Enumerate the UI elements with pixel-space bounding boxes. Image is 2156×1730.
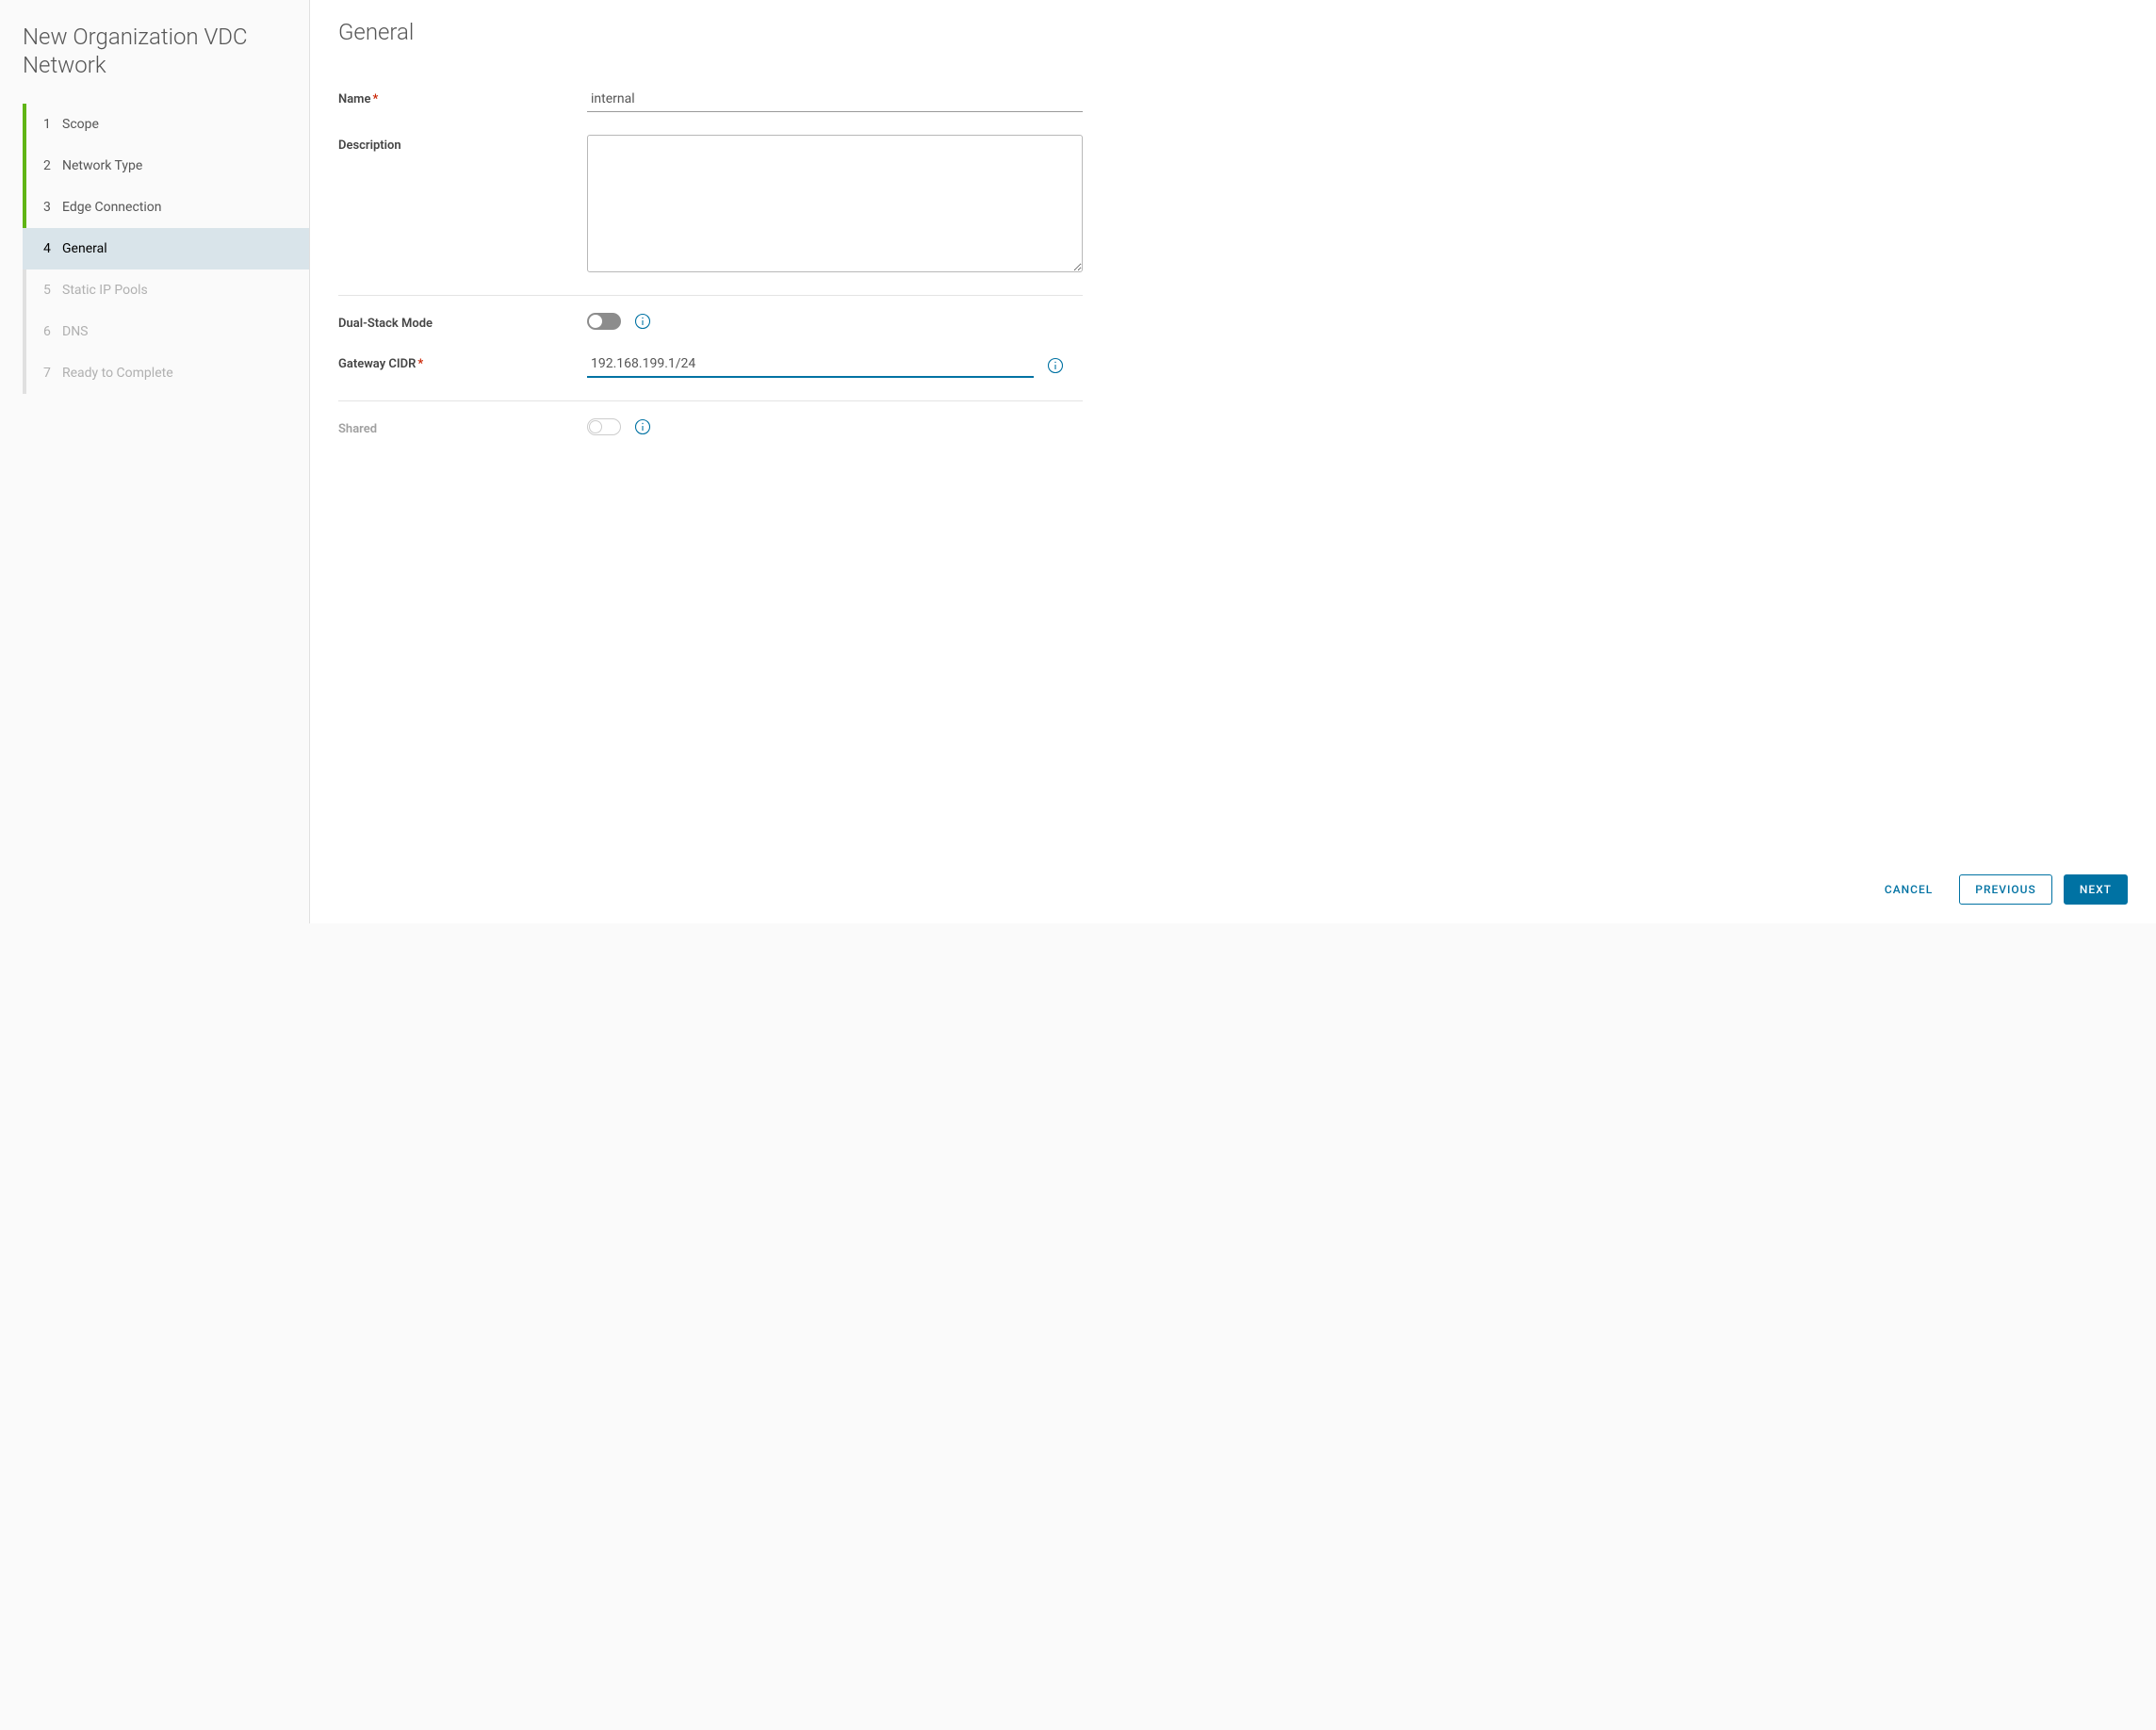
- row-dual-stack: Dual-Stack Mode: [338, 313, 1083, 331]
- step-number: 7: [43, 366, 62, 381]
- info-icon[interactable]: [1047, 357, 1064, 374]
- name-input[interactable]: [587, 89, 1083, 112]
- step-number: 2: [43, 158, 62, 173]
- shared-label: Shared: [338, 418, 587, 436]
- step-label: Static IP Pools: [62, 283, 148, 298]
- gateway-cidr-input[interactable]: [587, 353, 1034, 378]
- description-textarea[interactable]: [587, 135, 1083, 272]
- info-icon[interactable]: [634, 418, 651, 435]
- step-scope[interactable]: 1 Scope: [23, 104, 309, 145]
- step-number: 6: [43, 324, 62, 339]
- dual-stack-toggle[interactable]: [587, 313, 621, 330]
- general-form: Name* Description Dual-Stack Mode: [338, 89, 1083, 436]
- previous-button[interactable]: Previous: [1959, 874, 2052, 905]
- shared-toggle: [587, 418, 621, 435]
- required-marker: *: [417, 357, 423, 371]
- row-shared: Shared: [338, 418, 1083, 436]
- step-number: 3: [43, 200, 62, 215]
- step-static-ip-pools: 5 Static IP Pools: [23, 269, 309, 311]
- description-label: Description: [338, 135, 587, 153]
- step-edge-connection[interactable]: 3 Edge Connection: [23, 187, 309, 228]
- wizard-footer: Cancel Previous Next: [1870, 874, 2128, 905]
- wizard-sidebar: New Organization VDC Network 1 Scope 2 N…: [0, 0, 310, 923]
- step-label: Scope: [62, 117, 99, 132]
- step-label: Network Type: [62, 158, 142, 173]
- page-title: General: [338, 19, 2128, 45]
- dual-stack-label: Dual-Stack Mode: [338, 313, 587, 331]
- row-description: Description: [338, 135, 1083, 272]
- next-button[interactable]: Next: [2064, 874, 2128, 905]
- wizard-main: General Name* Description Dual-Stack Mod…: [310, 0, 2156, 923]
- step-general[interactable]: 4 General: [23, 228, 309, 269]
- info-icon[interactable]: [634, 313, 651, 330]
- wizard-step-list: 1 Scope 2 Network Type 3 Edge Connection…: [23, 104, 309, 394]
- row-name: Name*: [338, 89, 1083, 112]
- divider: [338, 400, 1083, 401]
- row-gateway-cidr: Gateway CIDR*: [338, 353, 1083, 378]
- step-dns: 6 DNS: [23, 311, 309, 352]
- step-network-type[interactable]: 2 Network Type: [23, 145, 309, 187]
- name-label: Name*: [338, 89, 587, 106]
- step-label: Edge Connection: [62, 200, 162, 215]
- gateway-cidr-label: Gateway CIDR*: [338, 353, 587, 371]
- wizard-title: New Organization VDC Network: [0, 17, 309, 104]
- step-number: 5: [43, 283, 62, 298]
- step-number: 4: [43, 241, 62, 256]
- step-ready-to-complete: 7 Ready to Complete: [23, 352, 309, 394]
- divider: [338, 295, 1083, 296]
- step-label: Ready to Complete: [62, 366, 173, 381]
- required-marker: *: [372, 92, 378, 106]
- cancel-button[interactable]: Cancel: [1870, 875, 1948, 904]
- step-label: DNS: [62, 324, 89, 339]
- step-label: General: [62, 241, 107, 256]
- step-number: 1: [43, 117, 62, 132]
- wizard-container: New Organization VDC Network 1 Scope 2 N…: [0, 0, 2156, 923]
